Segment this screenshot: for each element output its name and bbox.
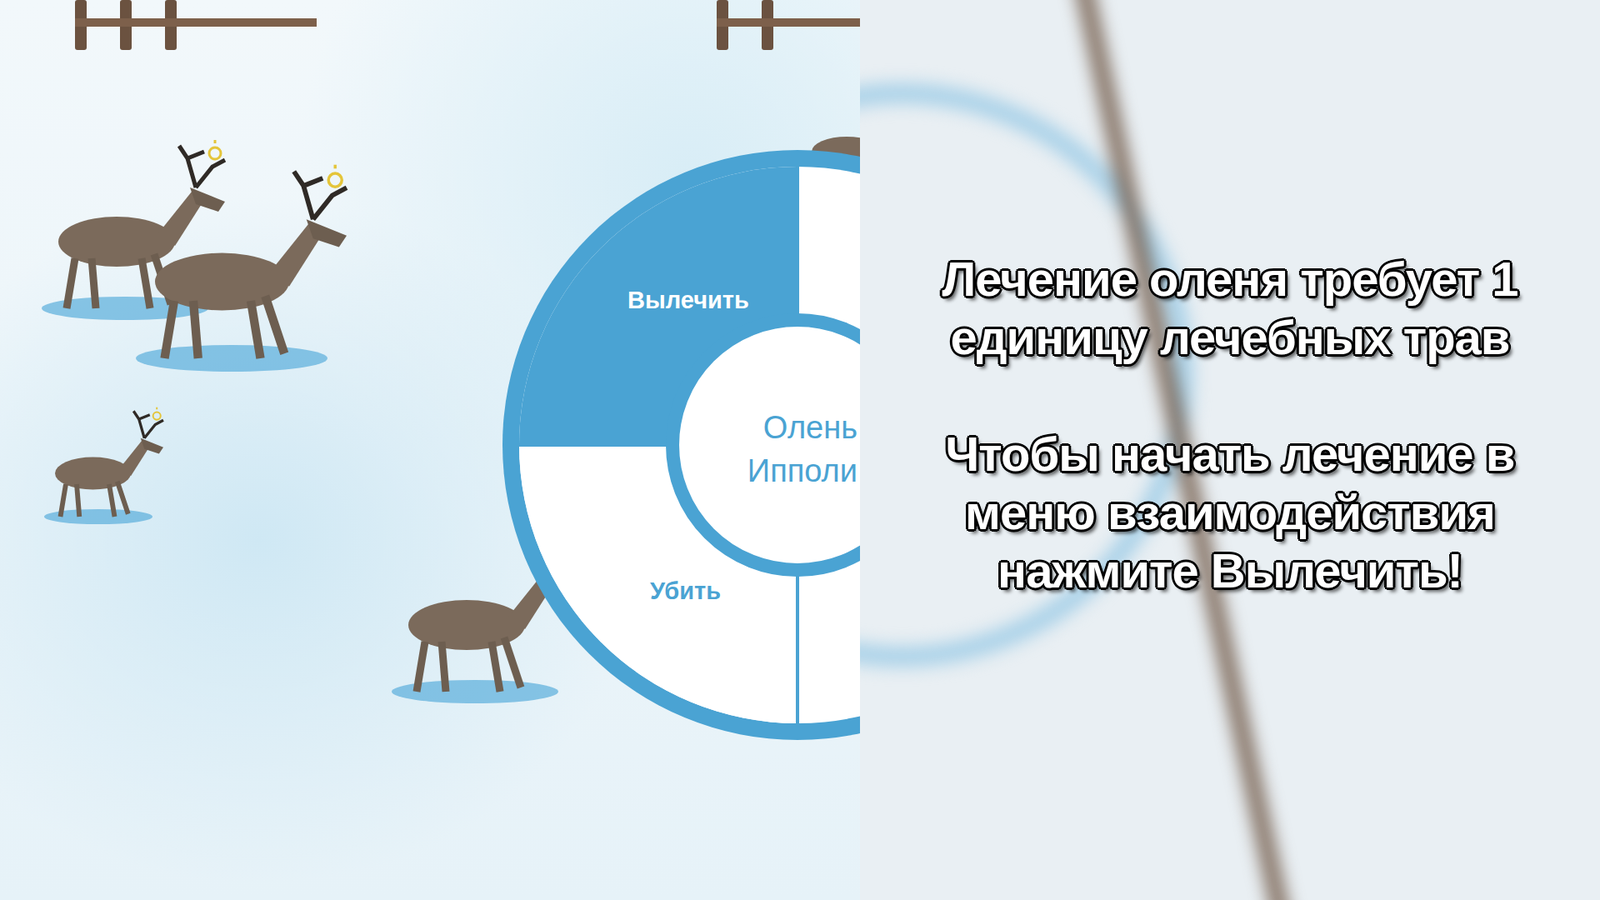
deer[interactable] [116,166,366,378]
hint-paragraph: Лечение оленя требует 1 единицу лечебных… [913,250,1547,367]
deer[interactable] [33,408,175,528]
hint-text: Лечение оленя требует 1 единицу лечебных… [913,250,1547,650]
game-screen: Вылечить Убить Олень Ипполи Лечение оленя т… [0,0,1600,900]
status-icon [209,140,221,160]
fence [75,0,317,50]
hint-panel: Лечение оленя требует 1 единицу лечебных… [860,0,1600,900]
radial-menu[interactable]: Вылечить Убить Олень Ипполи [489,136,860,754]
deer-name: Ипполи [747,453,858,489]
menu-item-label[interactable]: Убить [650,577,721,605]
hint-paragraph: Чтобы начать лечение в меню взаимодейств… [913,425,1547,600]
fence [716,0,860,50]
status-icon [328,165,342,187]
status-icon [153,407,161,420]
menu-item-label[interactable]: Вылечить [627,286,750,314]
deer-name: Олень [763,410,858,445]
game-scene: Вылечить Убить Олень Ипполи [0,0,860,900]
